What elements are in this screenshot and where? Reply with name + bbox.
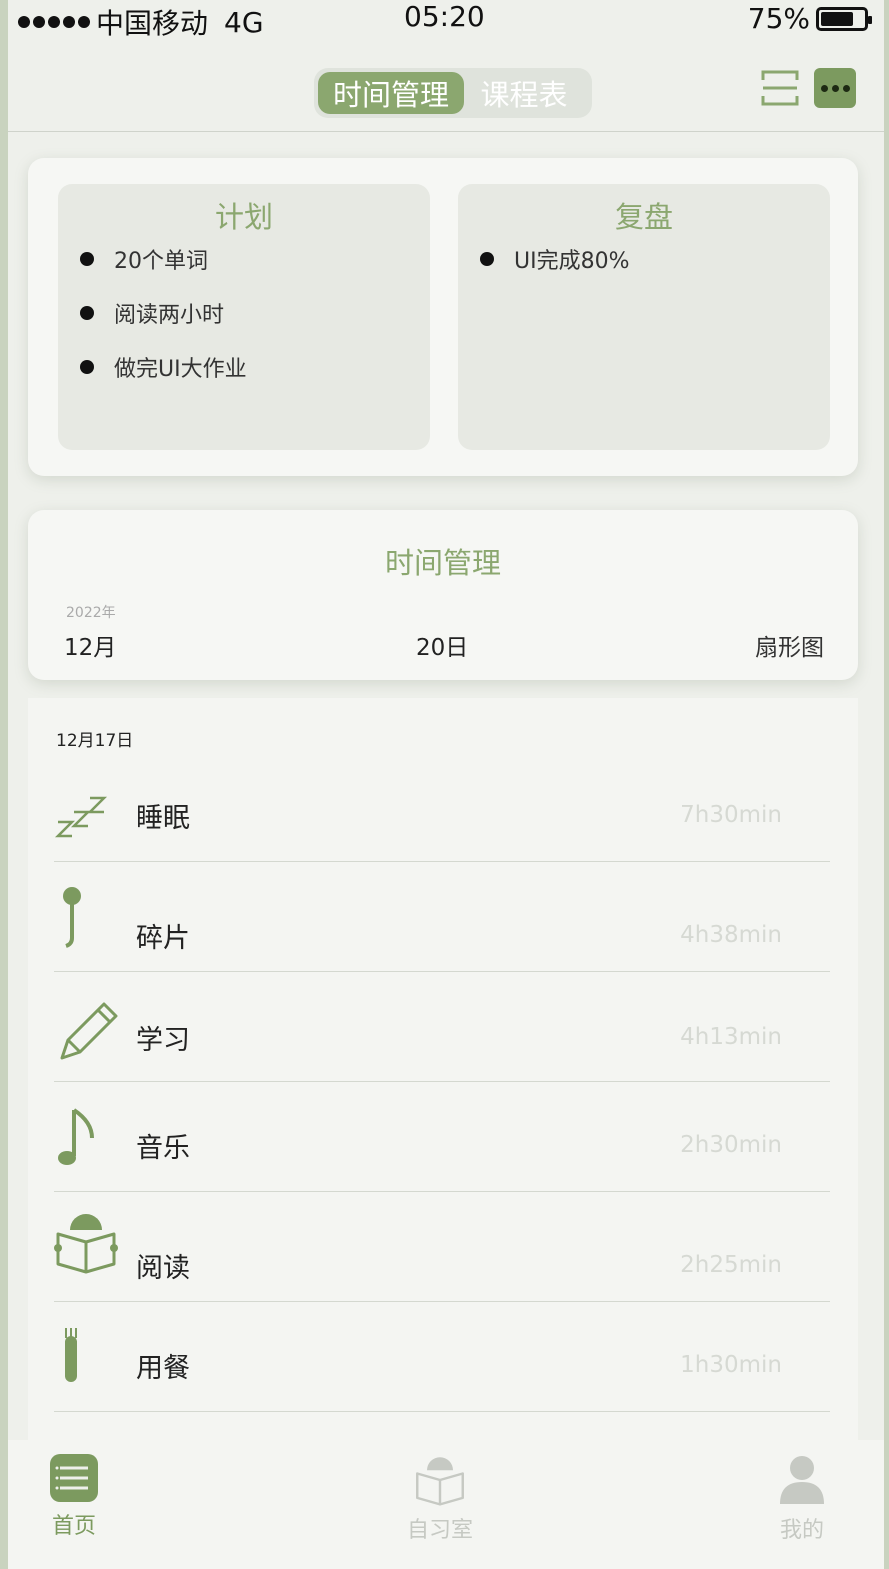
list-item[interactable]: 碎片 4h38min (54, 862, 830, 972)
activity-duration: 2h30min (680, 1132, 782, 1158)
list-item[interactable]: 阅读 2h25min (54, 1192, 830, 1302)
review-list: UI完成80% (480, 232, 630, 286)
status-time: 05:20 (404, 0, 485, 33)
nav-home[interactable]: 首页 (14, 1454, 134, 1540)
study-room-icon (416, 1457, 464, 1506)
battery-status: 75% (747, 2, 872, 35)
activity-label: 学习 (136, 1025, 190, 1056)
activity-label: 碎片 (136, 923, 190, 954)
tab-time-management[interactable]: 时间管理 (318, 72, 464, 114)
plan-list: 20个单词 阅读两小时 做完UI大作业 (80, 232, 247, 394)
plan-item: 20个单词 (80, 232, 247, 286)
time-management-card: 时间管理 2022年 12月 20日 扇形图 (28, 510, 858, 680)
home-icon (50, 1454, 98, 1502)
sleep-icon (54, 796, 108, 838)
pencil-icon (60, 1002, 118, 1060)
activity-list: 12月17日 睡眠 7h30min 碎片 4h38min 学习 4h13min … (28, 698, 858, 1458)
carrier-name: 中国移动 (96, 7, 209, 40)
review-panel[interactable]: 复盘 UI完成80% (458, 184, 830, 450)
music-note-icon (58, 1108, 94, 1165)
nav-study-room[interactable]: 自习室 (380, 1454, 500, 1544)
profile-icon (780, 1456, 824, 1504)
view-switcher: 时间管理 课程表 (314, 68, 592, 118)
plan-item: 阅读两小时 (80, 286, 247, 340)
activity-label: 睡眠 (136, 803, 190, 834)
activity-duration: 4h38min (680, 922, 782, 948)
activity-label: 用餐 (136, 1353, 190, 1384)
year-label: 2022年 (66, 605, 116, 621)
network-type: 4G (224, 5, 264, 39)
top-header: 时间管理 课程表 (8, 48, 884, 132)
chart-type-button[interactable]: 扇形图 (755, 628, 824, 662)
activity-duration: 4h13min (680, 1024, 782, 1050)
month-selector[interactable]: 12月 (64, 628, 116, 662)
nav-label: 我的 (779, 1518, 824, 1543)
nav-label: 自习室 (406, 1518, 473, 1543)
day-selector[interactable]: 20日 (416, 628, 468, 662)
reading-icon (54, 1214, 118, 1274)
plan-review-card: 计划 20个单词 阅读两小时 做完UI大作业 复盘 UI完成80% (28, 158, 858, 476)
activity-duration: 1h30min (680, 1352, 782, 1378)
list-date: 12月17日 (56, 731, 134, 751)
status-bar: 中国移动 4G 05:20 75% (8, 0, 884, 40)
battery-icon (816, 6, 872, 31)
list-item[interactable]: 音乐 2h30min (54, 1082, 830, 1192)
list-item[interactable]: 睡眠 7h30min (54, 752, 830, 862)
plan-panel[interactable]: 计划 20个单词 阅读两小时 做完UI大作业 (58, 184, 430, 450)
review-item: UI完成80% (480, 232, 630, 286)
activity-duration: 2h25min (680, 1252, 782, 1278)
nav-profile[interactable]: 我的 (742, 1454, 862, 1544)
plan-item: 做完UI大作业 (80, 340, 247, 394)
carrier-info: 中国移动 4G (18, 2, 264, 42)
bottom-navigation: 首页 自习室 我的 (8, 1440, 884, 1569)
phone-screen: 中国移动 4G 05:20 75% 时间管理 课程表 计划 20个单词 阅读两小… (8, 0, 884, 1569)
meal-icon (65, 1328, 77, 1382)
activity-label: 阅读 (136, 1253, 190, 1284)
nav-label: 首页 (51, 1514, 96, 1539)
more-button[interactable] (814, 68, 856, 108)
tab-schedule[interactable]: 课程表 (464, 72, 584, 114)
scan-icon[interactable] (760, 68, 800, 108)
more-icon (820, 84, 828, 92)
fragment-icon (63, 887, 81, 948)
battery-percent: 75% (747, 2, 810, 35)
plan-title: 计划 (214, 200, 273, 234)
activity-duration: 7h30min (680, 802, 782, 828)
activity-label: 音乐 (136, 1133, 190, 1164)
list-item[interactable]: 用餐 1h30min (54, 1302, 830, 1412)
review-title: 复盘 (614, 200, 673, 234)
list-item[interactable]: 学习 4h13min (54, 972, 830, 1082)
time-card-title: 时间管理 (384, 546, 501, 580)
signal-strength-icon (18, 16, 90, 28)
